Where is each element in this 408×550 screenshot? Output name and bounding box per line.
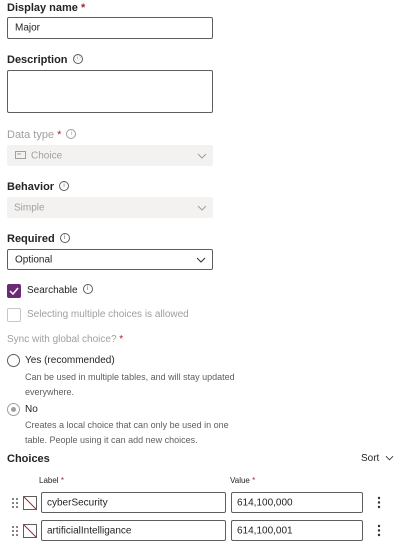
- sync-no-radio[interactable]: [7, 403, 20, 416]
- chevron-down-icon: [196, 257, 206, 263]
- description-label: Description ⓘ: [7, 54, 83, 66]
- sync-yes-description-line: everywhere.: [25, 387, 75, 397]
- searchable-checkbox[interactable]: [7, 284, 21, 298]
- sync-label-text: Sync with global choice?: [7, 334, 117, 345]
- info-icon[interactable]: i: [66, 129, 77, 140]
- required-marker: *: [60, 476, 64, 485]
- sort-button[interactable]: Sort: [361, 453, 394, 464]
- choice-label-value: artificialIntelligance: [47, 525, 132, 536]
- choice-label-input[interactable]: artificialIntelligance: [41, 520, 226, 541]
- radio-dot: [11, 407, 16, 412]
- display-name-label: Display name *: [7, 2, 85, 14]
- searchable-label: Searchable i: [27, 284, 93, 296]
- checkmark-icon: [9, 287, 19, 296]
- choice-label-input[interactable]: cyberSecurity: [41, 492, 226, 513]
- behavior-label: Behavior i: [7, 181, 70, 193]
- behavior-label-text: Behavior: [7, 181, 55, 193]
- info-icon[interactable]: ⓘ: [72, 54, 83, 65]
- more-options-icon[interactable]: [377, 496, 381, 509]
- required-label: Required i: [7, 233, 70, 245]
- behavior-value: Simple: [14, 202, 45, 213]
- choice-row: artificialIntelligance 614,100,001: [0, 520, 408, 542]
- drag-handle-icon[interactable]: [12, 498, 18, 508]
- description-label-text: Description: [7, 54, 68, 66]
- info-icon[interactable]: i: [82, 284, 93, 295]
- choice-value-input[interactable]: 614,100,001: [231, 520, 363, 541]
- chevron-down-icon: [197, 153, 207, 159]
- sync-yes-radio[interactable]: [7, 354, 20, 367]
- more-options-icon[interactable]: [377, 524, 381, 537]
- required-marker: *: [57, 129, 62, 141]
- value-column-header: Value *: [230, 476, 255, 485]
- display-name-label-text: Display name: [7, 2, 78, 14]
- info-icon[interactable]: i: [59, 181, 70, 192]
- choice-label-value: cyberSecurity: [47, 497, 108, 508]
- sync-yes-description: Can be used in multiple tables, and will…: [25, 370, 235, 400]
- required-marker: *: [252, 476, 256, 485]
- required-value: Optional: [15, 254, 53, 265]
- multiple-choices-label: Selecting multiple choices is allowed: [27, 309, 189, 320]
- data-type-select: Choice: [7, 145, 213, 166]
- data-type-value: Choice: [31, 150, 63, 161]
- choice-value-text: 614,100,001: [237, 525, 293, 536]
- choice-row: cyberSecurity 614,100,000: [0, 492, 408, 514]
- choices-title: Choices: [7, 453, 50, 465]
- chevron-down-icon: [385, 456, 394, 461]
- drag-handle-icon[interactable]: [12, 526, 18, 536]
- sync-yes-description-line: Can be used in multiple tables, and will…: [25, 372, 235, 382]
- color-swatch-icon[interactable]: [23, 524, 37, 538]
- data-type-label: Data type * i: [7, 129, 77, 141]
- sync-label: Sync with global choice? *: [7, 334, 123, 345]
- sort-label: Sort: [361, 453, 380, 464]
- sync-yes-label[interactable]: Yes (recommended): [25, 355, 115, 366]
- required-label-text: Required: [7, 233, 55, 245]
- multiple-choices-checkbox: [7, 308, 21, 322]
- choice-icon: [15, 151, 26, 159]
- description-textarea[interactable]: [7, 70, 213, 113]
- required-marker: *: [80, 2, 86, 14]
- sync-no-description: Creates a local choice that can only be …: [25, 418, 229, 448]
- label-header-text: Label: [39, 476, 59, 485]
- behavior-select: Simple: [7, 197, 213, 218]
- choice-value-text: 614,100,000: [237, 497, 293, 508]
- searchable-label-text: Searchable: [27, 285, 78, 296]
- display-name-value: Major: [15, 22, 41, 34]
- required-select[interactable]: Optional: [7, 249, 213, 270]
- sync-no-description-line: table. People using it can add new choic…: [25, 435, 198, 445]
- color-swatch-icon[interactable]: [23, 496, 37, 510]
- label-column-header: Label *: [39, 476, 64, 485]
- display-name-input[interactable]: Major: [7, 17, 213, 39]
- info-icon[interactable]: i: [59, 233, 70, 244]
- choice-value-input[interactable]: 614,100,000: [231, 492, 363, 513]
- required-marker: *: [119, 334, 124, 345]
- data-type-label-text: Data type: [7, 129, 55, 141]
- sync-no-label[interactable]: No: [25, 404, 38, 415]
- chevron-down-icon: [197, 205, 207, 211]
- sync-no-description-line: Creates a local choice that can only be …: [25, 420, 229, 430]
- value-header-text: Value: [230, 476, 250, 485]
